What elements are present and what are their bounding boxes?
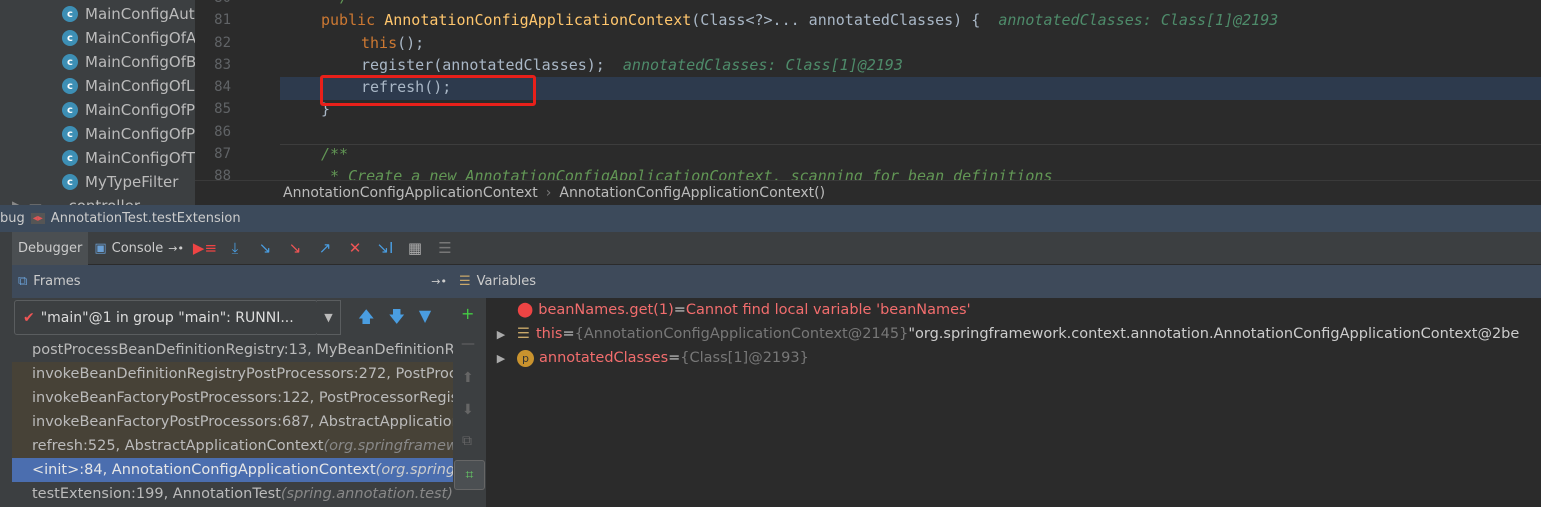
code-line-88: * Create a new AnnotationConfigApplicati… bbox=[321, 167, 1053, 180]
variables-header: ☰ Variables bbox=[453, 265, 1541, 298]
frame-item[interactable]: <init>:84, AnnotationConfigApplicationCo… bbox=[12, 458, 453, 482]
arrow-up-icon[interactable]: 🡅 bbox=[358, 306, 374, 333]
chevron-right-icon: › bbox=[545, 185, 552, 201]
step-out-icon[interactable]: ↗ bbox=[311, 237, 339, 259]
class-icon: c bbox=[62, 174, 78, 190]
variable-annotated-classes[interactable]: ▶ p annotatedClasses = {Class[1]@2193} bbox=[487, 346, 809, 370]
breadcrumb: AnnotationConfigApplicationContext › Ann… bbox=[195, 180, 1541, 205]
variables-tree: ⬤ beanNames.get(1) = Cannot find local v… bbox=[487, 298, 1541, 507]
tree-item[interactable]: cMainConfigAutowired bbox=[62, 2, 195, 26]
frame-item[interactable]: invokeBeanFactoryPostProcessors:687, Abs… bbox=[12, 410, 453, 434]
console-icon: ▣ bbox=[94, 240, 107, 256]
move-up-icon[interactable]: ⬆ bbox=[462, 370, 474, 386]
show-execution-point-icon[interactable]: ▶≡ bbox=[191, 237, 219, 259]
class-icon: c bbox=[62, 78, 78, 94]
watch-item[interactable]: ⬤ beanNames.get(1) = Cannot find local v… bbox=[487, 298, 971, 322]
frame-item[interactable]: testExtension:199, AnnotationTest (sprin… bbox=[12, 482, 453, 506]
step-into-icon[interactable]: ↘ bbox=[251, 237, 279, 259]
code-line-81: public AnnotationConfigApplicationContex… bbox=[321, 11, 1279, 29]
tree-item[interactable]: cMainConfigOfPropertyValues bbox=[62, 122, 195, 146]
frame-item[interactable]: refresh:525, AbstractApplicationContext … bbox=[12, 434, 453, 458]
force-step-into-icon[interactable]: ↘ bbox=[281, 237, 309, 259]
expand-icon[interactable]: ▶ bbox=[487, 352, 515, 365]
tree-folder[interactable]: ▶ ▬controller bbox=[12, 194, 140, 205]
trace-icon[interactable]: ☰ bbox=[431, 237, 459, 259]
line-number: 84 bbox=[214, 79, 231, 95]
variable-this[interactable]: ▶ ☰ this = {AnnotationConfigApplicationCo… bbox=[487, 322, 1520, 346]
tree-item[interactable]: cMainConfigOfAOP bbox=[62, 26, 195, 50]
tree-item[interactable]: cMainConfigOfProfile bbox=[62, 98, 195, 122]
variables-side-toolbar: + — ⬆ ⬇ ⧉ ⌗ bbox=[453, 298, 487, 507]
pin-icon[interactable]: →• bbox=[168, 242, 184, 255]
class-icon: c bbox=[62, 54, 78, 70]
remove-watch-icon[interactable]: — bbox=[461, 336, 475, 352]
variables-icon: ☰ bbox=[459, 274, 471, 289]
tree-item[interactable]: c MainConfigOfTx bbox=[62, 146, 195, 170]
run-config-tab[interactable]: AnnotationTest.testExtension bbox=[51, 211, 241, 226]
step-over-icon[interactable]: ⤓ bbox=[221, 237, 249, 259]
code-editor[interactable]: 80 81 82 83 84 85 86 87 88 */ public Ann… bbox=[195, 0, 1541, 180]
copy-icon[interactable]: ⧉ bbox=[462, 433, 472, 449]
line-number: 88 bbox=[214, 168, 231, 180]
tree-item[interactable]: c MyTypeFilter bbox=[62, 170, 178, 194]
frame-item[interactable]: invokeBeanDefinitionRegistryPostProcesso… bbox=[12, 362, 453, 386]
parameter-icon: p bbox=[517, 349, 534, 367]
expand-icon[interactable]: ▶ bbox=[487, 328, 515, 341]
breadcrumb-item[interactable]: AnnotationConfigApplicationContext bbox=[283, 185, 538, 201]
project-tree: cMainConfigAutowired cMainConfigOfAOP cM… bbox=[0, 0, 195, 205]
breadcrumb-item[interactable]: AnnotationConfigApplicationContext() bbox=[559, 185, 825, 201]
thread-selector[interactable]: ✔ "main"@1 in group "main": RUNNI... bbox=[14, 300, 318, 335]
move-down-icon[interactable]: ⬇ bbox=[462, 402, 474, 418]
line-number: 80 bbox=[195, 0, 231, 6]
evaluate-expression-icon[interactable]: ▦ bbox=[401, 237, 429, 259]
class-icon: c bbox=[62, 150, 78, 166]
debug-window-title: bug ◂▸ AnnotationTest.testExtension bbox=[0, 205, 1541, 232]
code-line-82: this(); bbox=[361, 34, 425, 52]
line-number: 83 bbox=[214, 57, 231, 73]
code-line: */ bbox=[331, 0, 349, 6]
frame-item[interactable]: invokeBeanFactoryPostProcessors:122, Pos… bbox=[12, 386, 453, 410]
debug-toolbar: Debugger ▣ Console →• ▶≡ ⤓ ↘ ↘ ↗ ✕ ↘I ▦ ☰ bbox=[12, 231, 1541, 265]
run-to-cursor-icon[interactable]: ↘I bbox=[371, 237, 399, 259]
tab-console[interactable]: ▣ Console →• bbox=[88, 232, 190, 265]
arrow-down-icon[interactable]: 🡇 bbox=[388, 306, 404, 333]
tab-debugger[interactable]: Debugger bbox=[12, 231, 89, 265]
folder-icon: ▶ ▬ bbox=[12, 197, 42, 205]
frame-item[interactable]: postProcessBeanDefinitionRegistry:13, My… bbox=[12, 338, 453, 362]
tree-item[interactable]: cMainConfigOfLifeCycle bbox=[62, 74, 195, 98]
highlight-box bbox=[320, 75, 536, 106]
code-line-83: register(annotatedClasses); annotatedCla… bbox=[361, 56, 903, 74]
frames-icon: ⧉ bbox=[18, 274, 28, 289]
code-line-87: /** bbox=[321, 145, 349, 163]
new-watch-icon[interactable]: + bbox=[461, 304, 474, 323]
class-icon: c bbox=[62, 126, 78, 142]
filter-icon[interactable]: ▼ bbox=[419, 306, 431, 333]
field-icon: ☰ bbox=[517, 326, 530, 342]
run-config-icon: ◂▸ bbox=[30, 213, 45, 224]
class-icon: c bbox=[62, 30, 78, 46]
left-tool-strip bbox=[0, 232, 12, 507]
line-number: 87 bbox=[214, 146, 231, 162]
line-number: 85 bbox=[214, 101, 231, 117]
drop-frame-icon[interactable]: ✕ bbox=[341, 237, 369, 259]
line-number: 86 bbox=[214, 124, 231, 140]
show-watches-icon[interactable]: ⌗ bbox=[454, 460, 485, 490]
line-number: 82 bbox=[214, 35, 231, 51]
error-icon: ⬤ bbox=[517, 302, 534, 318]
pin-icon[interactable]: →• bbox=[431, 275, 447, 288]
frames-header: ⧉ Frames →• bbox=[12, 265, 453, 298]
class-icon: c bbox=[62, 6, 78, 22]
class-icon: c bbox=[62, 102, 78, 118]
chevron-down-icon[interactable]: ▼ bbox=[317, 300, 341, 335]
thread-icon: ✔ bbox=[23, 309, 35, 326]
line-number: 81 bbox=[214, 12, 231, 28]
tree-item[interactable]: cMainConfigOfBean bbox=[62, 50, 195, 74]
